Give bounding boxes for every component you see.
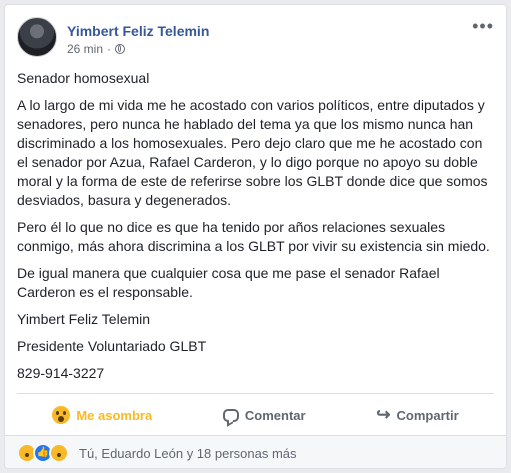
separator: · bbox=[107, 42, 112, 56]
reactions-summary[interactable]: Tú, Eduardo León y 18 personas más bbox=[79, 446, 297, 461]
comment-button[interactable]: Comentar bbox=[222, 407, 306, 423]
post-meta: 26 min · bbox=[67, 42, 126, 56]
post-paragraph: A lo largo de mi vida me he acostado con… bbox=[17, 97, 488, 208]
sad-reaction-icon bbox=[49, 443, 69, 463]
post-time[interactable]: 26 min bbox=[67, 42, 103, 56]
reaction-button[interactable]: Me asombra bbox=[52, 406, 152, 424]
globe-icon[interactable] bbox=[115, 44, 126, 54]
more-options-icon[interactable]: ••• bbox=[472, 17, 494, 35]
share-icon: ↪ bbox=[376, 405, 391, 424]
signature-name: Yimbert Feliz Telemin bbox=[17, 311, 151, 327]
post-card: Yimbert Feliz Telemin 26 min · ••• Senad… bbox=[4, 4, 507, 469]
signature-phone: 829-914-3227 bbox=[17, 365, 105, 381]
reaction-label: Me asombra bbox=[76, 407, 153, 423]
comment-label: Comentar bbox=[244, 407, 306, 423]
post-content: Senador homosexual A lo largo de mi vida… bbox=[17, 69, 495, 391]
post-paragraph: De igual manera que cualquier cosa que m… bbox=[17, 265, 440, 300]
reaction-icons[interactable]: 👍 bbox=[17, 443, 69, 463]
signature-title: Presidente Voluntariado GLBT bbox=[17, 338, 207, 354]
wow-emoji-icon bbox=[52, 406, 71, 424]
share-button[interactable]: ↪ Compartir bbox=[376, 405, 459, 424]
post-header: Yimbert Feliz Telemin 26 min · ••• bbox=[17, 17, 494, 63]
avatar[interactable] bbox=[17, 17, 57, 57]
comment-icon bbox=[222, 408, 239, 422]
reactions-footer: 👍 Tú, Eduardo León y 18 personas más bbox=[5, 435, 506, 468]
author-name[interactable]: Yimbert Feliz Telemin bbox=[67, 23, 209, 39]
share-label: Compartir bbox=[396, 407, 459, 423]
divider bbox=[17, 393, 494, 394]
post-paragraph: Pero él lo que no dice es que ha tenido … bbox=[17, 219, 490, 254]
action-bar: Me asombra Comentar ↪ Compartir bbox=[17, 395, 494, 435]
post-title: Senador homosexual bbox=[17, 70, 150, 86]
